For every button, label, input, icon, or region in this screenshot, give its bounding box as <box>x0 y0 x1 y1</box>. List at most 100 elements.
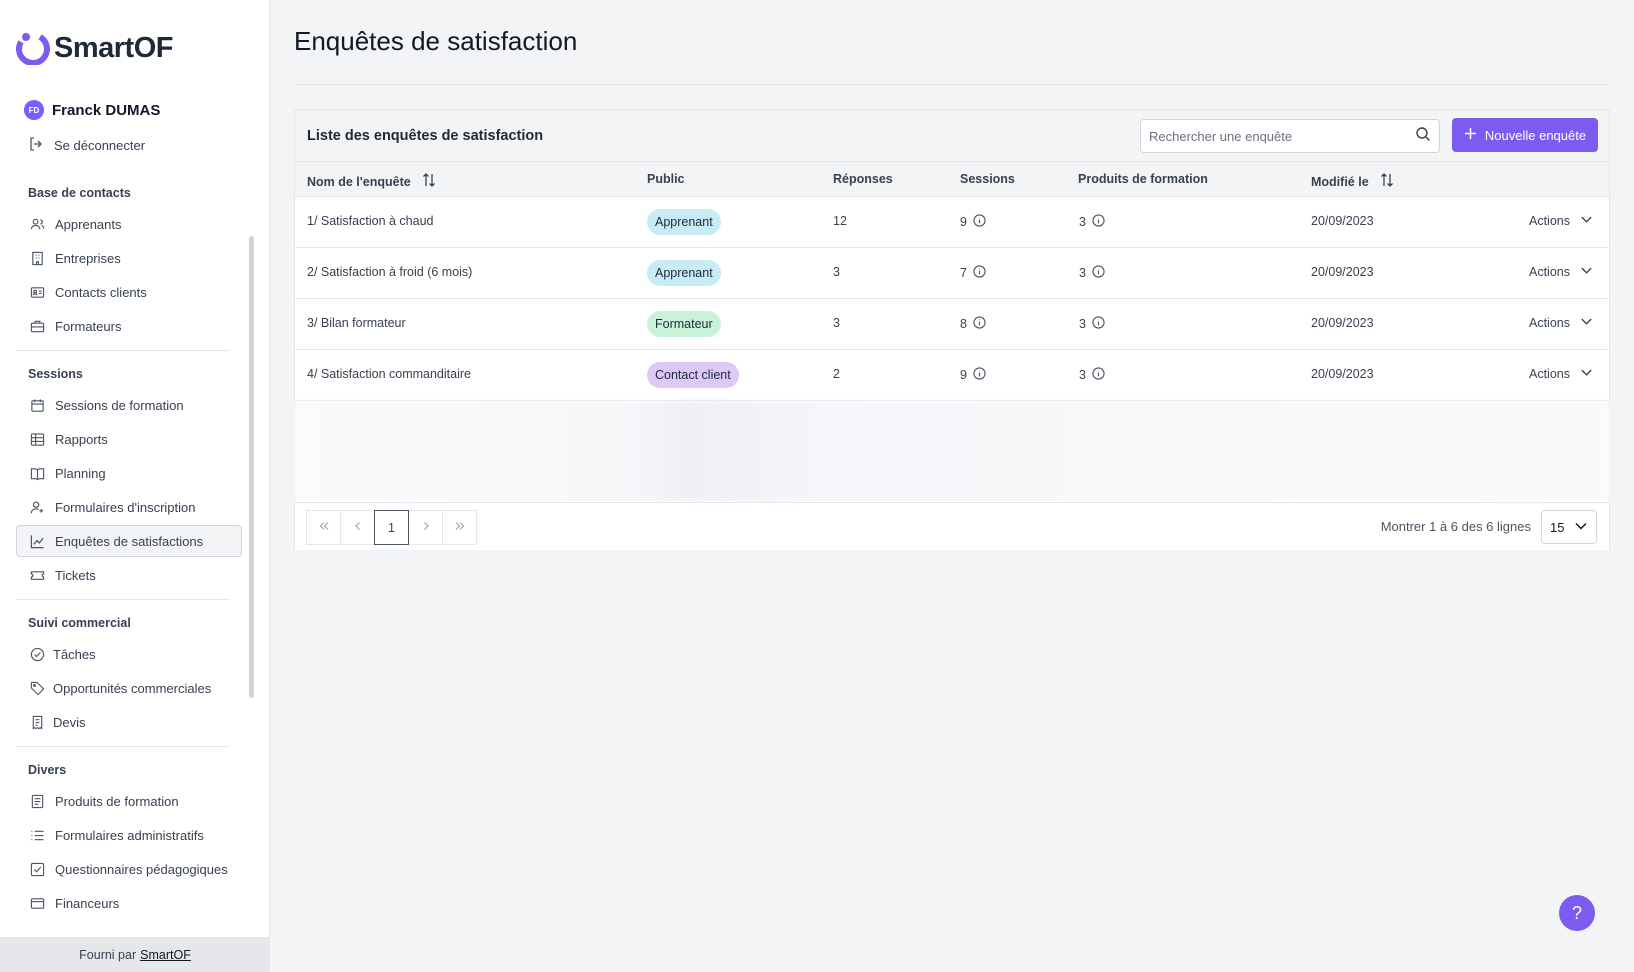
sidebar-item-sessions-de-formation[interactable]: Sessions de formation <box>16 389 242 421</box>
logout-icon <box>28 136 44 155</box>
sidebar-item-apprenants[interactable]: Apprenants <box>16 208 242 240</box>
survey-name-link[interactable]: 3/ Bilan formateur <box>307 316 406 330</box>
sessions-count: 7 <box>960 266 967 280</box>
sidebar-item-formulaires-inscription[interactable]: Formulaires d'inscription <box>16 491 242 523</box>
sessions-cell: 7 <box>960 265 986 281</box>
sidebar-item-label: Opportunités commerciales <box>53 680 212 696</box>
nav-group-title: Sessions <box>28 367 83 381</box>
wallet-icon <box>29 895 45 911</box>
sidebar-item-taches[interactable]: Tâches <box>16 638 242 670</box>
check-square-icon <box>29 861 45 877</box>
surveys-card: Liste des enquêtes de satisfaction Nouve… <box>294 109 1610 550</box>
chevrons-right-icon <box>454 520 466 535</box>
receipt-icon <box>29 714 45 730</box>
chevron-down-icon <box>1574 519 1588 536</box>
sidebar-item-opportunites-commerciales[interactable]: Opportunités commerciales <box>16 672 242 704</box>
column-label: Modifié le <box>1311 174 1369 189</box>
user-profile[interactable]: FD Franck DUMAS <box>24 100 160 120</box>
chevrons-left-icon <box>318 520 330 535</box>
sidebar-item-label: Financeurs <box>55 895 120 911</box>
column-header-public: Public <box>647 172 685 186</box>
info-icon[interactable] <box>973 214 986 230</box>
sidebar-item-label: Apprenants <box>55 216 122 232</box>
sidebar-item-rapports[interactable]: Rapports <box>16 423 242 455</box>
sort-icon[interactable] <box>1379 172 1395 191</box>
id-card-icon <box>29 284 45 300</box>
survey-name-link[interactable]: 4/ Satisfaction commanditaire <box>307 367 471 381</box>
column-header-name[interactable]: Nom de l'enquête <box>307 172 437 191</box>
logout-link[interactable]: Se déconnecter <box>28 136 145 155</box>
sidebar-item-contacts-clients[interactable]: Contacts clients <box>16 276 242 308</box>
public-badge: Apprenant <box>647 260 721 286</box>
table-row[interactable]: 4/ Satisfaction commanditaire Contact cl… <box>295 350 1609 401</box>
tag-icon <box>29 680 45 696</box>
next-page-button[interactable] <box>408 510 443 545</box>
table-row[interactable]: 2/ Satisfaction à froid (6 mois) Apprena… <box>295 248 1609 299</box>
sidebar-item-formulaires-administratifs[interactable]: Formulaires administratifs <box>16 819 242 851</box>
products-count: 3 <box>1079 215 1086 229</box>
chart-line-icon <box>29 533 45 549</box>
book-icon <box>29 465 45 481</box>
sort-icon[interactable] <box>421 172 437 191</box>
sidebar-item-financeurs[interactable]: Financeurs <box>16 887 242 919</box>
sidebar-item-entreprises[interactable]: Entreprises <box>16 242 242 274</box>
table-row[interactable]: 1/ Satisfaction à chaud Apprenant 12 9 3… <box>295 197 1609 248</box>
public-badge: Formateur <box>647 311 721 337</box>
sessions-count: 9 <box>960 215 967 229</box>
column-header-responses: Réponses <box>833 172 893 186</box>
info-icon[interactable] <box>1092 265 1105 281</box>
info-icon[interactable] <box>973 316 986 332</box>
sidebar-nav: Base de contacts Apprenants Entreprises … <box>16 176 242 936</box>
actions-label: Actions <box>1529 367 1570 381</box>
last-page-button[interactable] <box>442 510 477 545</box>
survey-name-link[interactable]: 1/ Satisfaction à chaud <box>307 214 433 228</box>
info-icon[interactable] <box>1092 367 1105 383</box>
sessions-cell: 8 <box>960 316 986 332</box>
footer-link[interactable]: SmartOF <box>140 948 191 962</box>
first-page-button[interactable] <box>306 510 341 545</box>
responses-count: 3 <box>833 316 840 330</box>
column-header-modified[interactable]: Modifié le <box>1311 172 1395 191</box>
logo-mark-icon <box>16 31 50 66</box>
prev-page-button[interactable] <box>340 510 375 545</box>
help-button[interactable]: ? <box>1559 895 1595 931</box>
avatar: FD <box>24 100 44 120</box>
sidebar: SmartOF FD Franck DUMAS Se déconnecter B… <box>0 0 270 972</box>
nav-group-title: Base de contacts <box>28 186 131 200</box>
blurred-rows <box>295 401 1609 501</box>
actions-dropdown[interactable]: Actions <box>1529 213 1593 229</box>
info-icon[interactable] <box>973 265 986 281</box>
smartof-logo[interactable]: SmartOF <box>16 30 173 66</box>
public-badge: Apprenant <box>647 209 721 235</box>
sidebar-scrollbar[interactable] <box>249 236 254 698</box>
survey-name-link[interactable]: 2/ Satisfaction à froid (6 mois) <box>307 265 472 279</box>
sessions-count: 9 <box>960 368 967 382</box>
search-input[interactable] <box>1149 128 1415 144</box>
table-row[interactable]: 3/ Bilan formateur Formateur 3 8 3 20/09… <box>295 299 1609 350</box>
sidebar-item-questionnaires-pedagogiques[interactable]: Questionnaires pédagogiques <box>16 853 242 885</box>
info-icon[interactable] <box>1092 316 1105 332</box>
sidebar-item-produits-de-formation[interactable]: Produits de formation <box>16 785 242 817</box>
new-survey-button[interactable]: Nouvelle enquête <box>1452 118 1598 152</box>
actions-dropdown[interactable]: Actions <box>1529 366 1593 382</box>
info-icon[interactable] <box>1092 214 1105 230</box>
sidebar-item-label: Formateurs <box>55 318 122 334</box>
search-box[interactable] <box>1140 119 1440 153</box>
rows-per-page-value: 15 <box>1550 519 1565 535</box>
sidebar-item-planning[interactable]: Planning <box>16 457 242 489</box>
actions-dropdown[interactable]: Actions <box>1529 264 1593 280</box>
rows-per-page-select[interactable]: 15 <box>1541 510 1597 544</box>
sidebar-item-enquetes-de-satisfactions[interactable]: Enquêtes de satisfactions <box>16 525 242 557</box>
actions-dropdown[interactable]: Actions <box>1529 315 1593 331</box>
sidebar-item-label: Rapports <box>55 431 108 447</box>
column-header-products: Produits de formation <box>1078 172 1208 186</box>
sidebar-item-formateurs[interactable]: Formateurs <box>16 310 242 342</box>
info-icon[interactable] <box>973 367 986 383</box>
sidebar-item-tickets[interactable]: Tickets <box>16 559 242 591</box>
search-icon[interactable] <box>1415 126 1431 147</box>
products-cell: 3 <box>1079 265 1105 281</box>
sidebar-item-label: Questionnaires pédagogiques <box>55 861 228 877</box>
main-content: Enquêtes de satisfaction Liste des enquê… <box>270 0 1634 972</box>
page-button-current[interactable]: 1 <box>374 510 409 545</box>
sidebar-item-devis[interactable]: Devis <box>16 706 242 738</box>
